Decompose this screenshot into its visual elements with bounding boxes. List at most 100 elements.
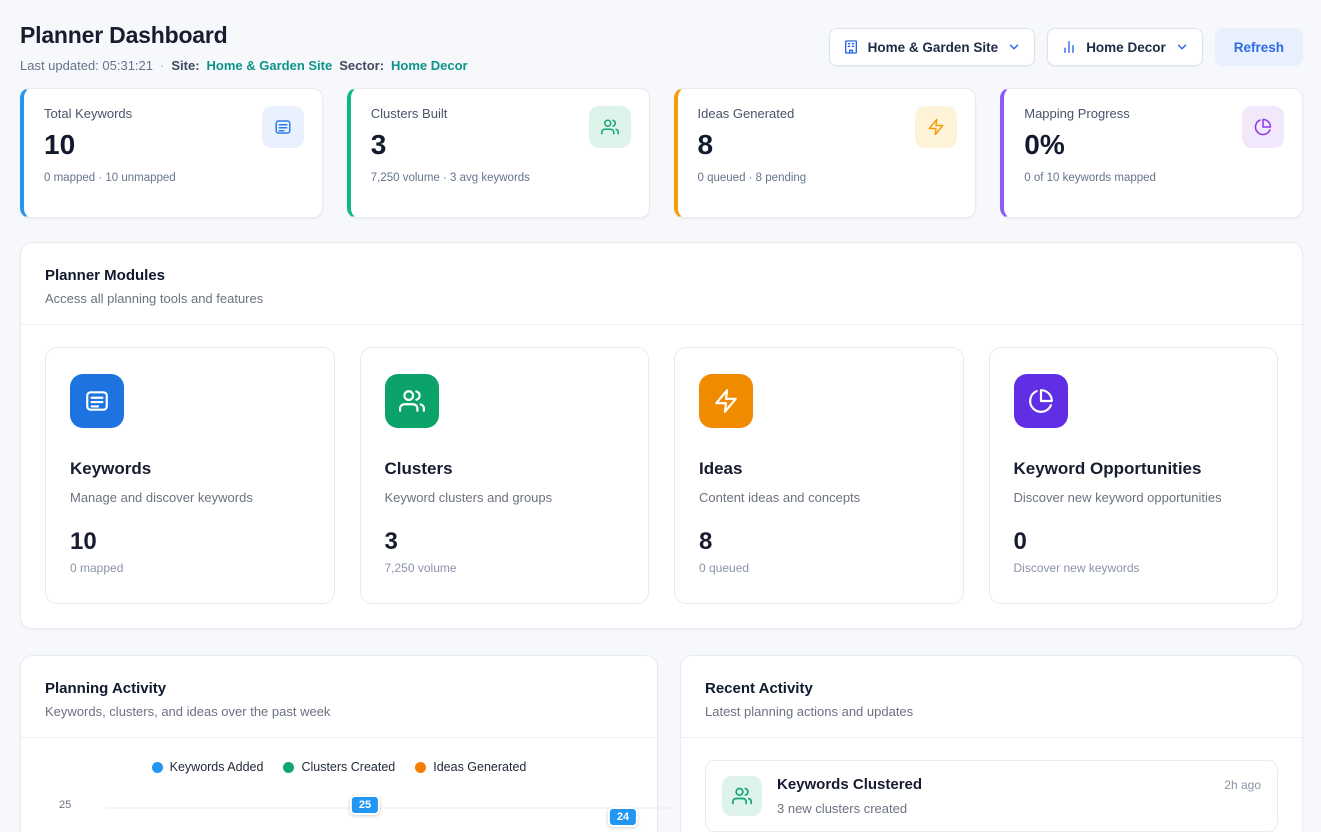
module-description: Keyword clusters and groups (385, 490, 625, 505)
modules-grid: Keywords Manage and discover keywords 10… (45, 347, 1278, 604)
users-icon (722, 776, 762, 816)
chevron-down-icon (1007, 40, 1021, 54)
site-selector-dropdown[interactable]: Home & Garden Site (829, 28, 1036, 66)
stat-main: Clusters Built 3 7,250 volume · 3 avg ke… (371, 106, 530, 202)
divider (21, 324, 1302, 325)
site-link[interactable]: Home & Garden Site (207, 58, 333, 73)
panel-title: Planning Activity (45, 680, 633, 697)
bolt-icon (699, 374, 753, 428)
module-detail: 0 mapped (70, 561, 310, 575)
module-detail: Discover new keywords (1014, 561, 1254, 575)
page-title: Planner Dashboard (20, 22, 468, 49)
module-value: 0 (1014, 528, 1254, 556)
module-tile-ideas[interactable]: Ideas Content ideas and concepts 8 0 que… (674, 347, 964, 604)
module-title: Keywords (70, 459, 310, 479)
legend-item-keywords-added: Keywords Added (152, 760, 264, 774)
module-detail: 7,250 volume (385, 561, 625, 575)
activity-description: 3 new clusters created (777, 801, 1209, 816)
planning-activity-chart: 25 25 24 (45, 788, 633, 832)
module-tile-keywords[interactable]: Keywords Manage and discover keywords 10… (45, 347, 335, 604)
bottom-row: Planning Activity Keywords, clusters, an… (20, 655, 1303, 832)
activity-timestamp: 2h ago (1224, 778, 1261, 792)
module-title: Ideas (699, 459, 939, 479)
y-axis-tick: 25 (59, 799, 71, 811)
refresh-button[interactable]: Refresh (1215, 28, 1303, 66)
chart-legend: Keywords Added Clusters Created Ideas Ge… (45, 760, 633, 774)
area-chart-canvas (81, 788, 681, 832)
legend-dot-green (283, 762, 294, 773)
stat-label: Clusters Built (371, 106, 530, 121)
stat-detail: 0 mapped · 10 unmapped (44, 172, 176, 184)
legend-label: Clusters Created (301, 760, 395, 774)
stat-card-total-keywords: Total Keywords 10 0 mapped · 10 unmapped (20, 88, 323, 218)
recent-activity-panel: Recent Activity Latest planning actions … (680, 655, 1303, 832)
divider (21, 737, 657, 738)
module-value: 8 (699, 528, 939, 556)
pie-chart-icon (1242, 106, 1284, 148)
legend-label: Keywords Added (170, 760, 264, 774)
planner-modules-panel: Planner Modules Access all planning tool… (20, 242, 1303, 629)
module-detail: 0 queued (699, 561, 939, 575)
divider (681, 737, 1302, 738)
last-updated-text: Last updated: 05:31:21 (20, 58, 153, 73)
stats-row: Total Keywords 10 0 mapped · 10 unmapped… (20, 88, 1303, 218)
activity-title: Keywords Clustered (777, 776, 1209, 793)
topbar: Planner Dashboard Last updated: 05:31:21… (20, 22, 1303, 73)
module-description: Discover new keyword opportunities (1014, 490, 1254, 505)
stat-card-ideas-generated: Ideas Generated 8 0 queued · 8 pending (674, 88, 977, 218)
site-label: Site: (171, 58, 199, 73)
module-tile-keyword-opportunities[interactable]: Keyword Opportunities Discover new keywo… (989, 347, 1279, 604)
building-icon (843, 39, 859, 55)
stat-label: Mapping Progress (1024, 106, 1156, 121)
legend-dot-orange (415, 762, 426, 773)
stat-value: 3 (371, 129, 530, 161)
planner-dashboard-page: Planner Dashboard Last updated: 05:31:21… (0, 0, 1321, 832)
stat-value: 0% (1024, 129, 1156, 161)
planning-activity-panel: Planning Activity Keywords, clusters, an… (20, 655, 658, 832)
panel-subtitle: Latest planning actions and updates (705, 704, 1278, 719)
stat-label: Total Keywords (44, 106, 176, 121)
stat-value: 10 (44, 129, 176, 161)
bolt-icon (915, 106, 957, 148)
module-value: 3 (385, 528, 625, 556)
users-icon (385, 374, 439, 428)
stat-main: Mapping Progress 0% 0 of 10 keywords map… (1024, 106, 1156, 202)
sector-link[interactable]: Home Decor (391, 58, 468, 73)
stat-detail: 0 queued · 8 pending (698, 172, 807, 184)
bar-chart-icon (1061, 39, 1077, 55)
sector-selector-dropdown[interactable]: Home Decor (1047, 28, 1203, 66)
users-icon (589, 106, 631, 148)
legend-label: Ideas Generated (433, 760, 526, 774)
site-selector-value: Home & Garden Site (868, 40, 999, 55)
module-title: Clusters (385, 459, 625, 479)
legend-item-ideas-generated: Ideas Generated (415, 760, 526, 774)
legend-dot-blue (152, 762, 163, 773)
stat-card-clusters-built: Clusters Built 3 7,250 volume · 3 avg ke… (347, 88, 650, 218)
page-subtitle: Last updated: 05:31:21 · Site: Home & Ga… (20, 58, 468, 73)
stat-value: 8 (698, 129, 807, 161)
stat-detail: 0 of 10 keywords mapped (1024, 172, 1156, 184)
topbar-left: Planner Dashboard Last updated: 05:31:21… (20, 22, 468, 73)
stat-detail: 7,250 volume · 3 avg keywords (371, 172, 530, 184)
pie-chart-icon (1014, 374, 1068, 428)
sector-selector-value: Home Decor (1086, 40, 1166, 55)
dot-separator: · (160, 58, 164, 73)
activity-item-keywords-clustered: Keywords Clustered 3 new clusters create… (705, 760, 1278, 832)
stat-label: Ideas Generated (698, 106, 807, 121)
document-icon (70, 374, 124, 428)
data-point-badge: 25 (350, 795, 380, 815)
module-tile-clusters[interactable]: Clusters Keyword clusters and groups 3 7… (360, 347, 650, 604)
module-title: Keyword Opportunities (1014, 459, 1254, 479)
topbar-controls: Home & Garden Site Home Decor Refresh (829, 28, 1303, 66)
activity-body: Keywords Clustered 3 new clusters create… (777, 776, 1209, 816)
stat-card-mapping-progress: Mapping Progress 0% 0 of 10 keywords map… (1000, 88, 1303, 218)
data-point-badge: 24 (608, 807, 638, 827)
panel-title: Recent Activity (705, 680, 1278, 697)
module-description: Content ideas and concepts (699, 490, 939, 505)
panel-subtitle: Keywords, clusters, and ideas over the p… (45, 704, 633, 719)
sector-label: Sector: (339, 58, 384, 73)
panel-title: Planner Modules (45, 267, 1278, 284)
document-icon (262, 106, 304, 148)
chevron-down-icon (1175, 40, 1189, 54)
stat-main: Total Keywords 10 0 mapped · 10 unmapped (44, 106, 176, 202)
